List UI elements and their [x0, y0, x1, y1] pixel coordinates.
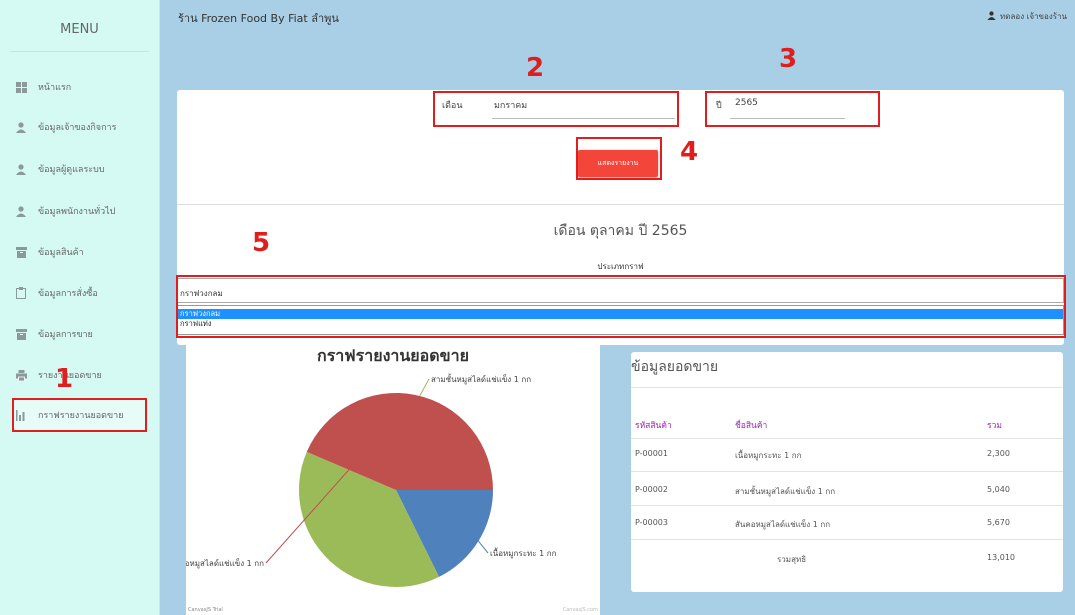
annotation-number: 5 — [252, 228, 271, 258]
sidebar-item-sales[interactable]: ข้อมูลการขาย — [14, 317, 150, 351]
clipboard-icon — [14, 286, 28, 300]
table-cell: P-00002 — [635, 485, 668, 494]
sidebar-item-sales-report[interactable]: รายงานยอดขาย — [14, 358, 150, 392]
column-header: ชื่อสินค้า — [735, 421, 768, 431]
pie-label: สันคอหมูสไลด์แช่แข็ง 1 กก — [186, 558, 264, 569]
user-icon — [14, 204, 28, 218]
table-cell: P-00003 — [635, 518, 668, 527]
user-icon — [987, 11, 996, 22]
sales-table-card: ข้อมูลยอดขาย รหัสสินค้า ชื่อสินค้า รวม P… — [631, 352, 1063, 592]
sidebar-item-employee[interactable]: ข้อมูลพนักงานทั่วไป — [14, 194, 150, 228]
table-cell: 2,300 — [987, 449, 1010, 458]
user-icon — [14, 162, 28, 176]
table-cell: สามชั้นหมูสไลด์แช่แข็ง 1 กก — [735, 487, 836, 496]
table-cell: เนื้อหมูกระทะ 1 กก — [735, 451, 802, 460]
divider — [177, 204, 1064, 205]
sidebar-item-products[interactable]: ข้อมูลสินค้า — [14, 235, 150, 269]
table-cell: P-00001 — [635, 449, 668, 458]
sidebar-item-orders[interactable]: ข้อมูลการสั่งซื้อ — [14, 276, 150, 310]
bar-chart-icon — [14, 408, 28, 422]
chart-type-label: ประเภทกราฟ — [597, 262, 644, 271]
annotation-number: 2 — [526, 53, 545, 83]
sidebar-item-home[interactable]: หน้าแรก — [14, 70, 150, 104]
pie-chart-card: กราฟรายงานยอดขาย เนื้อหมูกระทะ 1 กก สามชั… — [186, 338, 600, 615]
table-separator — [631, 438, 1063, 439]
sidebar-title: MENU — [10, 0, 149, 52]
pie-label: เนื้อหมูกระทะ 1 กก — [490, 547, 557, 559]
archive-icon — [14, 245, 28, 259]
sidebar-item-label: ข้อมูลผู้ดูแลระบบ — [38, 165, 105, 175]
user-icon — [14, 120, 28, 134]
archive-icon — [14, 327, 28, 341]
print-icon — [14, 368, 28, 382]
sidebar-item-label: ข้อมูลพนักงานทั่วไป — [38, 207, 116, 217]
pie-label: สามชั้นหมูสไลด์แช่แข็ง 1 กก — [431, 373, 531, 385]
user-name: ทดลอง เจ้าของร้าน — [1000, 12, 1067, 21]
annotation-box-button — [576, 137, 662, 180]
pie-leader-line — [478, 540, 489, 554]
shop-title: ร้าน Frozen Food By Fiat ลำพูน — [178, 12, 339, 25]
table-separator — [631, 505, 1063, 506]
sidebar-item-admin[interactable]: ข้อมูลผู้ดูแลระบบ — [14, 152, 150, 186]
column-header: รหัสสินค้า — [635, 421, 672, 431]
sidebar-item-sales-graph[interactable]: กราฟรายงานยอดขาย — [12, 398, 147, 432]
sidebar-item-label: กราฟรายงานยอดขาย — [38, 411, 124, 421]
table-cell: สันคอหมูสไลด์แช่แข็ง 1 กก — [735, 520, 831, 529]
pie-chart: เนื้อหมูกระทะ 1 กก สามชั้นหมูสไลด์แช่แข็ง… — [186, 373, 557, 587]
topbar: ร้าน Frozen Food By Fiat ลำพูน ทดลอง เจ้… — [160, 0, 1075, 30]
annotation-number: 1 — [55, 364, 74, 394]
sidebar-item-label: หน้าแรก — [38, 83, 72, 93]
annotation-number: 4 — [680, 137, 699, 167]
column-header: รวม — [987, 421, 1002, 431]
table-separator — [631, 387, 1063, 388]
annotation-box-month — [433, 91, 679, 127]
sales-table-title: ข้อมูลยอดขาย — [631, 359, 719, 375]
sidebar-item-label: ข้อมูลเจ้าของกิจการ — [38, 123, 117, 133]
chart-credit: CanvasJS Trial — [188, 607, 223, 613]
annotation-box-chart-type — [176, 275, 1066, 338]
table-separator — [631, 539, 1063, 540]
sidebar-item-label: ข้อมูลสินค้า — [38, 248, 84, 258]
sidebar-item-owner[interactable]: ข้อมูลเจ้าของกิจการ — [14, 110, 150, 144]
table-separator — [631, 471, 1063, 472]
sidebar-item-label: ข้อมูลการสั่งซื้อ — [38, 289, 98, 299]
report-title: เดือน ตุลาคม ปี 2565 — [553, 223, 688, 239]
annotation-number: 3 — [779, 44, 798, 74]
dashboard-icon — [14, 80, 28, 94]
annotation-box-year — [705, 91, 880, 127]
chart-credit-link[interactable]: CanvasJS.com — [563, 607, 598, 613]
sidebar: MENU หน้าแรก ข้อมูลเจ้าของกิจการ ข้อมูลผ… — [0, 0, 160, 615]
table-cell: 5,670 — [987, 518, 1010, 527]
sidebar-item-label: ข้อมูลการขาย — [38, 330, 93, 340]
table-cell: 5,040 — [987, 485, 1010, 494]
total-label: รวมสุทธิ — [777, 555, 807, 564]
user-menu[interactable]: ทดลอง เจ้าของร้าน — [987, 10, 1067, 23]
total-value: 13,010 — [987, 553, 1015, 562]
